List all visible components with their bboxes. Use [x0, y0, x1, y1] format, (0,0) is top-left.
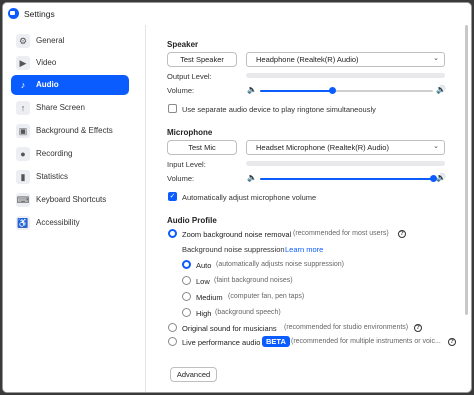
keyboard-icon: ⌨: [16, 193, 30, 207]
beta-badge: BETA: [262, 336, 290, 347]
suppression-low-hint: (faint background noises): [214, 277, 293, 284]
help-icon[interactable]: ?: [448, 338, 456, 346]
separate-audio-device-label: Use separate audio device to play ringto…: [182, 105, 376, 114]
sidebar-item-recording[interactable]: ● Recording: [11, 144, 129, 164]
original-sound-hint: (recommended for studio environments): [284, 324, 409, 331]
suppression-high-hint: (background speech): [215, 309, 281, 316]
suppression-high-label: High: [196, 309, 212, 318]
volume-low-icon: 🔈: [247, 85, 257, 94]
sidebar-item-general[interactable]: ⚙ General: [11, 31, 129, 51]
recording-icon: ●: [16, 147, 30, 161]
output-level-meter: [246, 73, 445, 78]
microphone-device-value: Headset Microphone (Realtek(R) Audio): [256, 143, 389, 152]
video-icon: ▶: [16, 56, 30, 70]
microphone-volume-fill: [260, 178, 433, 180]
sidebar-item-label: Video: [36, 58, 57, 67]
suppression-auto-hint: (automatically adjusts noise suppression…: [216, 261, 345, 268]
zoom-noise-removal-radio[interactable]: [168, 229, 177, 238]
suppression-auto-radio[interactable]: [182, 260, 191, 269]
zoom-noise-removal-hint: (recommended for most users): [293, 230, 389, 237]
audio-profile-heading: Audio Profile: [167, 216, 217, 225]
settings-window: Settings ⚙ General ▶ Video ♪ Audio ↑ Sha…: [2, 2, 472, 393]
sidebar-item-video[interactable]: ▶ Video: [11, 53, 129, 73]
sidebar-item-label: Audio: [36, 80, 59, 89]
headphone-icon: ♪: [20, 79, 26, 90]
output-level-label: Output Level:: [167, 72, 212, 81]
sidebar-item-label: Background & Effects: [36, 126, 113, 135]
suppression-low-radio[interactable]: [182, 276, 191, 285]
sidebar-item-label: Accessibility: [36, 218, 80, 227]
auto-adjust-mic-checkbox[interactable]: ✓: [168, 192, 177, 201]
input-level-label: Input Level:: [167, 160, 206, 169]
speaker-heading: Speaker: [167, 40, 199, 49]
microphone-heading: Microphone: [167, 128, 213, 137]
chevron-down-icon: ⌄: [433, 55, 439, 62]
accessibility-icon: ♿: [16, 216, 30, 230]
learn-more-link[interactable]: Learn more: [285, 245, 323, 254]
test-speaker-button[interactable]: Test Speaker: [167, 52, 237, 67]
separate-audio-device-checkbox[interactable]: [168, 104, 177, 113]
share-screen-icon: ↑: [16, 101, 30, 115]
original-sound-radio[interactable]: [168, 323, 177, 332]
live-performance-hint: (recommended for multiple instruments or…: [291, 338, 441, 345]
scrollbar[interactable]: [465, 25, 468, 315]
auto-adjust-mic-label: Automatically adjust microphone volume: [182, 193, 317, 202]
sidebar-item-keyboard-shortcuts[interactable]: ⌨ Keyboard Shortcuts: [11, 190, 129, 210]
test-mic-button[interactable]: Test Mic: [167, 140, 237, 155]
input-level-meter: [246, 161, 445, 166]
zoom-noise-removal-label: Zoom background noise removal: [182, 230, 292, 239]
sidebar-item-label: Recording: [36, 149, 73, 158]
help-icon[interactable]: ?: [414, 324, 422, 332]
suppression-low-label: Low: [196, 277, 210, 286]
background-effects-icon: ▣: [16, 124, 30, 138]
window-title: Settings: [24, 9, 55, 19]
suppression-high-radio[interactable]: [182, 308, 191, 317]
speaker-volume-thumb[interactable]: [329, 87, 337, 94]
original-sound-label: Original sound for musicians: [182, 324, 277, 333]
suppression-medium-radio[interactable]: [182, 292, 191, 301]
zoom-logo-icon: [8, 8, 19, 19]
volume-low-icon: 🔈: [247, 173, 257, 182]
sidebar-item-statistics[interactable]: ▮ Statistics: [11, 167, 129, 187]
live-performance-label: Live performance audio: [182, 338, 261, 347]
sidebar-item-label: Statistics: [36, 172, 69, 181]
help-icon[interactable]: ?: [398, 230, 406, 238]
volume-high-icon: 🔊: [436, 85, 446, 94]
sidebar-item-background-effects[interactable]: ▣ Background & Effects: [11, 121, 129, 141]
speaker-device-value: Headphone (Realtek(R) Audio): [256, 55, 359, 64]
speaker-device-select[interactable]: Headphone (Realtek(R) Audio) ⌄: [246, 52, 445, 67]
volume-high-icon: 🔊: [436, 173, 446, 182]
live-performance-radio[interactable]: [168, 337, 177, 346]
sidebar: ⚙ General ▶ Video ♪ Audio ↑ Share Screen…: [3, 25, 145, 392]
sidebar-item-label: Share Screen: [36, 103, 85, 112]
noise-suppression-label: Background noise suppression: [182, 245, 285, 254]
chevron-down-icon: ⌄: [433, 143, 439, 150]
gear-icon: ⚙: [16, 34, 30, 48]
suppression-medium-label: Medium: [196, 293, 223, 302]
microphone-volume-label: Volume:: [167, 174, 195, 183]
sidebar-item-share-screen[interactable]: ↑ Share Screen: [11, 98, 129, 118]
audio-settings-panel: Speaker Test Speaker Headphone (Realtek(…: [146, 25, 460, 392]
suppression-auto-label: Auto: [196, 261, 212, 270]
microphone-device-select[interactable]: Headset Microphone (Realtek(R) Audio) ⌄: [246, 140, 445, 155]
sidebar-item-label: Keyboard Shortcuts: [36, 195, 107, 204]
sidebar-item-accessibility[interactable]: ♿ Accessibility: [11, 213, 129, 233]
advanced-button[interactable]: Advanced: [170, 367, 217, 382]
title-bar: Settings: [3, 3, 471, 25]
sidebar-item-audio[interactable]: ♪ Audio: [11, 75, 129, 95]
statistics-icon: ▮: [16, 170, 30, 184]
speaker-volume-fill: [260, 90, 333, 92]
speaker-volume-label: Volume:: [167, 86, 195, 95]
suppression-medium-hint: (computer fan, pen taps): [228, 293, 305, 300]
sidebar-item-label: General: [36, 36, 65, 45]
